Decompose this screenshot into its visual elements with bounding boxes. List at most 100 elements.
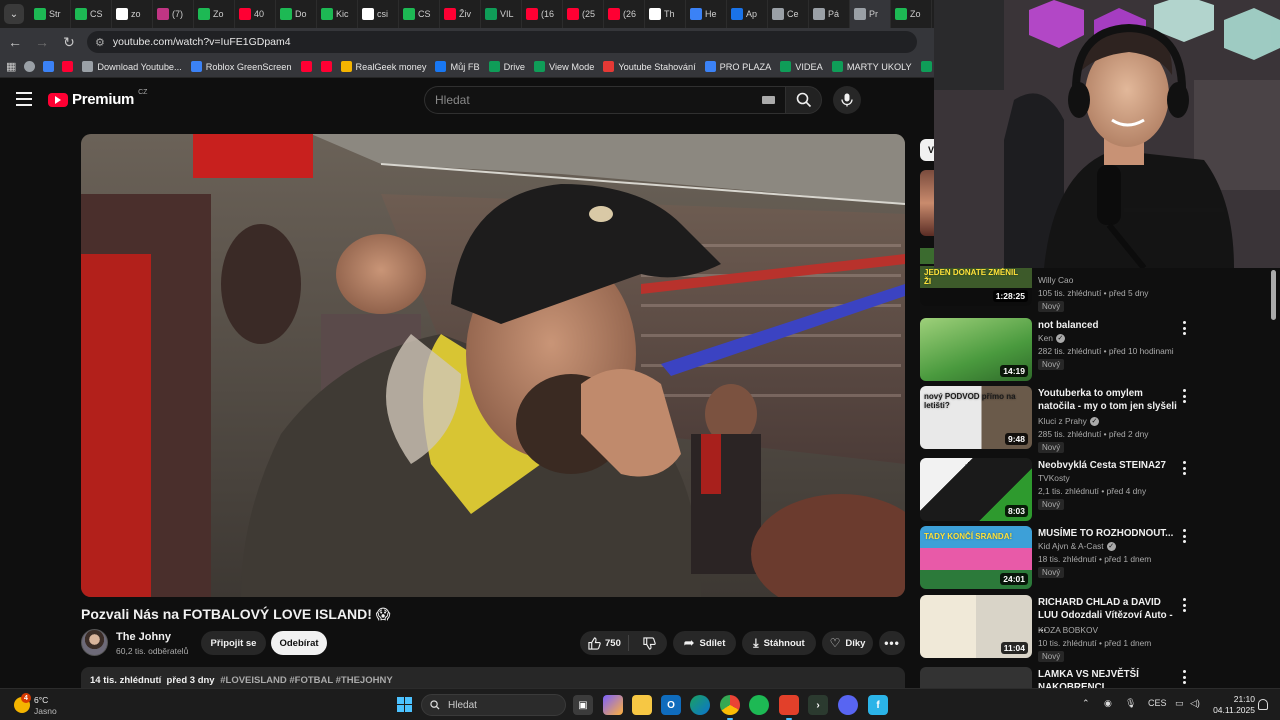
recommendation-card[interactable]: 11:04 RICHARD CHLAD a DAVID LUU Odozdali … (920, 595, 1200, 662)
reload-icon[interactable]: ↻ (57, 30, 81, 54)
recommendation-channel[interactable]: TVKosty (1038, 473, 1070, 483)
browser-tab[interactable]: Zo (891, 0, 932, 28)
browser-tab[interactable]: (26 (604, 0, 645, 28)
dislike-button[interactable] (634, 631, 664, 655)
bookmark-item[interactable] (320, 61, 332, 72)
video-thumbnail[interactable]: 14:19 (920, 318, 1032, 381)
video-thumbnail[interactable]: JEDEN DONATE ZMĚNIL ŽI 1:28:25 (920, 266, 1032, 306)
recommendation-card[interactable]: 8:03 Neobvyklá Cesta STEINA27 TVKosty 2,1 t… (920, 458, 1200, 524)
recommendation-title[interactable]: MUSÍME TO ROZHODNOUT... (1038, 527, 1178, 540)
recommendation-title[interactable]: not balanced (1038, 319, 1178, 332)
forward-arrow-icon[interactable]: → (30, 30, 54, 54)
task-view-icon[interactable]: ▣ (573, 695, 593, 715)
recommendation-title[interactable]: Neobvyklá Cesta STEINA27 (1038, 459, 1178, 472)
bookmark-icon[interactable] (43, 61, 55, 72)
filter-chip[interactable]: V (920, 139, 934, 161)
search-input[interactable]: Hledat (424, 86, 785, 114)
tray-app-icon[interactable]: ◉ (1104, 698, 1112, 709)
bookmark-item[interactable] (300, 61, 312, 72)
browser-tab[interactable]: Pr (850, 0, 891, 28)
recommendation-channel[interactable]: KOZA BOBKOV (1038, 625, 1098, 635)
partial-thumbnail[interactable] (920, 248, 934, 264)
store-app-icon[interactable]: f (868, 695, 888, 715)
taskbar-search[interactable]: Hledat (421, 694, 566, 716)
back-arrow-icon[interactable]: ← (3, 30, 27, 54)
bookmark-item[interactable]: VIDEA (780, 61, 823, 72)
globe-icon[interactable] (24, 61, 36, 72)
recommendation-card[interactable]: TADY KONČÍ SRANDA! 24:01 MUSÍME TO ROZHODN… (920, 526, 1200, 592)
more-vertical-icon[interactable] (1180, 389, 1188, 403)
apps-grid-icon[interactable]: ▦ (6, 60, 16, 73)
edge-icon[interactable] (690, 695, 710, 715)
outlook-icon[interactable]: O (661, 695, 681, 715)
video-thumbnail[interactable]: nový PODVOD přímo na letišti? 9:48 (920, 386, 1032, 449)
video-thumbnail[interactable]: 8:03 (920, 458, 1032, 521)
file-explorer-icon[interactable] (632, 695, 652, 715)
voice-search-button[interactable] (833, 86, 861, 114)
recommendation-channel[interactable]: Kid Ajvn & A-Cast ✓ (1038, 541, 1116, 551)
browser-tab[interactable]: Th (645, 0, 686, 28)
recommendation-channel[interactable]: Ken ✓ (1038, 333, 1065, 343)
tab-search-chevron-icon[interactable]: ⌄ (4, 4, 24, 24)
browser-tab[interactable]: Kic (317, 0, 358, 28)
bookmark-item[interactable]: Drive (488, 61, 525, 72)
more-vertical-icon[interactable] (1180, 670, 1188, 684)
keyboard-icon[interactable] (762, 96, 775, 104)
more-vertical-icon[interactable] (1180, 529, 1188, 543)
browser-tab[interactable]: Živ (440, 0, 481, 28)
browser-tab[interactable]: CS (399, 0, 440, 28)
channel-avatar[interactable] (81, 629, 108, 656)
recommendation-card[interactable]: 14:19 not balanced Ken ✓ 282 tis. zhlédnutí … (920, 318, 1200, 384)
site-info-icon[interactable]: ⚙ (95, 36, 105, 49)
browser-tab[interactable]: (7) (153, 0, 194, 28)
browser-tab[interactable]: zo (112, 0, 153, 28)
browser-tab[interactable]: csi (358, 0, 399, 28)
bookmark-item[interactable]: Dodo videa (920, 61, 934, 72)
tray-mic-icon[interactable]: 🎙 (1125, 698, 1136, 709)
menu-hamburger-icon[interactable] (16, 92, 32, 106)
spotify-icon[interactable] (749, 695, 769, 715)
bookmark-item[interactable]: MARTY UKOLY (831, 61, 912, 72)
browser-tab[interactable]: Ce (768, 0, 809, 28)
bookmark-item[interactable]: Roblox GreenScreen (190, 61, 292, 72)
tray-chevron-icon[interactable]: ⌃ (1082, 698, 1090, 709)
volume-icon[interactable]: ◁) (1190, 698, 1200, 709)
discord-icon[interactable] (838, 695, 858, 715)
download-button[interactable]: ⤓ Stáhnout (742, 631, 816, 655)
chrome-icon[interactable] (720, 695, 740, 720)
recommendation-card[interactable]: nový PODVOD přímo na letišti? 9:48 Youtube… (920, 386, 1200, 453)
browser-tab[interactable]: Pá (809, 0, 850, 28)
browser-tab[interactable]: Ap (727, 0, 768, 28)
keyboard-language[interactable]: CES (1148, 698, 1167, 708)
channel-name[interactable]: The Johny (116, 631, 171, 643)
video-thumbnail[interactable]: TADY KONČÍ SRANDA! 24:01 (920, 526, 1032, 589)
browser-tab[interactable]: (16 (522, 0, 563, 28)
url-input[interactable]: ⚙ youtube.com/watch?v=IuFE1GDpam4 (87, 31, 917, 53)
partial-thumbnail[interactable] (920, 170, 934, 236)
browser-tab[interactable]: 40 (235, 0, 276, 28)
hashtags[interactable]: #LOVEISLAND #FOTBAL #THEJOHNY (220, 675, 392, 686)
youtube-premium-logo[interactable]: Premium CZ (48, 89, 147, 108)
browser-tab[interactable]: Str (30, 0, 71, 28)
bookmark-item[interactable]: Youtube Stahování (603, 61, 696, 72)
video-thumbnail[interactable]: 11:04 (920, 595, 1032, 658)
sidebar-scrollbar[interactable] (1271, 270, 1276, 320)
weather-widget[interactable]: 4 6°C Jasno (12, 693, 72, 717)
obs-app-icon[interactable] (779, 695, 799, 720)
bookmark-item[interactable]: PRO PLAZA (704, 61, 771, 72)
bookmark-item[interactable]: RealGeek money (340, 61, 426, 72)
more-vertical-icon[interactable] (1180, 461, 1188, 475)
terminal-icon[interactable]: › (808, 695, 828, 715)
browser-tab[interactable]: VIL (481, 0, 522, 28)
browser-tab[interactable]: He (686, 0, 727, 28)
thanks-button[interactable]: ♡ Díky (822, 631, 873, 655)
system-clock[interactable]: 21:10 04.11.2025 (1211, 694, 1255, 716)
browser-tab[interactable]: Do (276, 0, 317, 28)
recommendation-title[interactable]: Youtuberka to omylem natočila - my o tom… (1038, 387, 1178, 413)
recommendation-channel[interactable]: Willy Cao (1038, 275, 1073, 285)
search-button[interactable] (785, 86, 822, 114)
bookmark-item[interactable]: Můj FB (435, 61, 480, 72)
subscribe-button[interactable]: Odebírat (271, 631, 327, 655)
recommendation-channel[interactable]: Kluci z Prahy ✓ (1038, 416, 1099, 426)
browser-tab[interactable]: Zo (194, 0, 235, 28)
